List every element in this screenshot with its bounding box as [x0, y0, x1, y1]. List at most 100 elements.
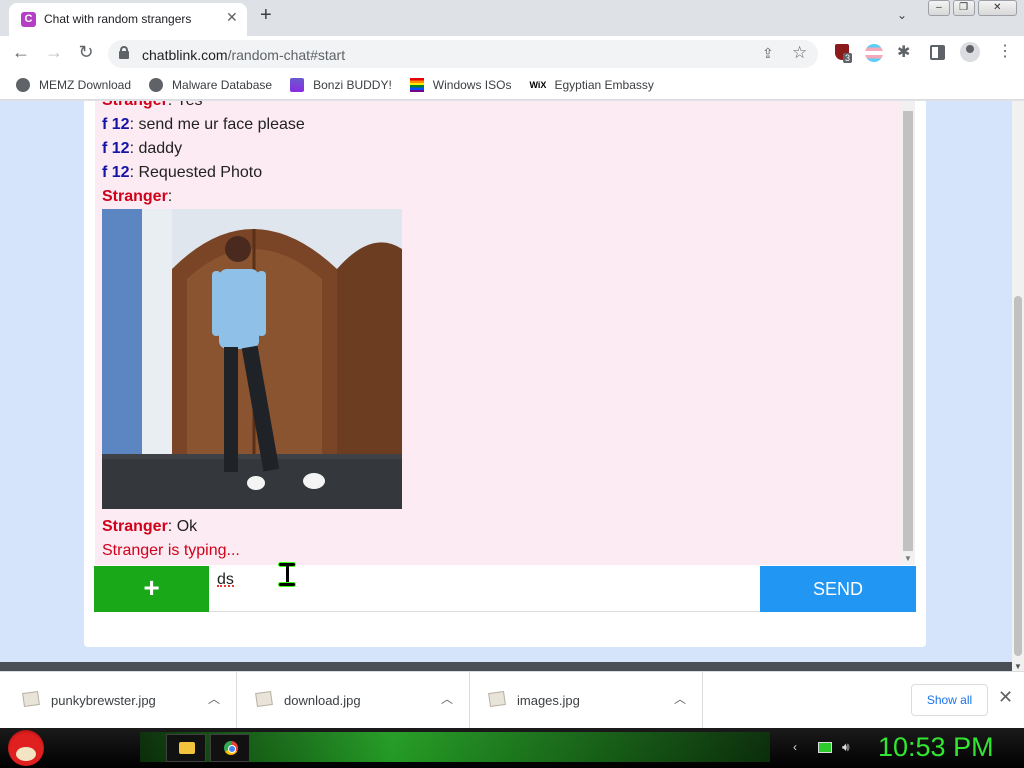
chat-log[interactable]: Stranger: Yes f 12: send me ur face plea… — [95, 101, 915, 565]
back-arrow-icon[interactable]: ← — [10, 42, 32, 63]
bookmark-malware-database[interactable]: Malware Database — [149, 77, 273, 92]
sender-name: f 12 — [102, 116, 130, 133]
browser-menu-kebab-icon[interactable]: ⋮ — [997, 41, 1015, 60]
chat-card: Stranger: Yes f 12: send me ur face plea… — [84, 101, 926, 647]
globe-icon — [149, 77, 164, 92]
shared-photo[interactable] — [102, 209, 402, 509]
chrome-taskbar-icon[interactable] — [210, 734, 250, 762]
file-explorer-icon[interactable] — [166, 734, 206, 762]
sender-name: Stranger — [102, 101, 168, 109]
os-taskbar: ‹ 🔊︎ 10:53 PM — [0, 728, 1024, 768]
network-icon[interactable] — [818, 742, 832, 753]
url-text: chatblink.com/random-chat#start — [142, 47, 345, 63]
globe-icon — [16, 77, 30, 92]
start-button-angry-bird-icon[interactable] — [8, 730, 44, 766]
bookmark-label: MEMZ Download — [39, 77, 132, 92]
chevron-up-icon[interactable]: ︿ — [208, 690, 220, 707]
sender-name: Stranger — [102, 188, 168, 205]
message-text: Ok — [176, 518, 198, 535]
rainbow-flag-icon — [409, 77, 424, 92]
bookmark-label: Windows ISOs — [432, 77, 512, 92]
sender-name: f 12 — [102, 140, 130, 157]
bookmark-windows-isos[interactable]: Windows ISOs — [409, 77, 512, 92]
chat-message: Stranger: Ok — [102, 518, 198, 535]
tray-expand-icon[interactable]: ‹ — [793, 740, 797, 754]
profile-avatar-icon[interactable] — [960, 42, 980, 62]
chevron-up-icon[interactable]: ︿ — [674, 690, 686, 707]
bookmarks-bar: MEMZ Download Malware Database Bonzi BUD… — [0, 70, 1024, 100]
forward-arrow-icon[interactable]: → — [43, 42, 65, 63]
typing-indicator: Stranger is typing... — [102, 542, 240, 559]
url-path: /random-chat#start — [227, 47, 346, 63]
bookmark-label: Malware Database — [172, 77, 273, 92]
message-text: send me ur face please — [138, 116, 305, 133]
add-attachment-button[interactable]: + — [94, 566, 209, 612]
tab-strip: C Chat with random strangers ✕ + ⌄ – ❐ ✕ — [0, 0, 1024, 36]
volume-icon[interactable]: 🔊︎ — [842, 740, 850, 755]
extension-badge: 3 — [843, 53, 853, 63]
window-close-button[interactable]: ✕ — [977, 0, 1018, 16]
bookmark-bonzi-buddy[interactable]: Bonzi BUDDY! — [290, 77, 392, 92]
sender-name: Stranger — [102, 518, 168, 535]
image-file-icon — [255, 690, 273, 708]
chat-log-scrollbar[interactable]: ▼ — [901, 101, 915, 565]
sender-name: f 12 — [102, 164, 130, 181]
chat-message: f 12: send me ur face please — [102, 116, 305, 133]
extensions-puzzle-icon[interactable]: ✱ — [897, 42, 915, 61]
reload-icon[interactable]: ↻ — [75, 42, 97, 63]
download-filename: images.jpg — [517, 693, 580, 708]
lock-icon[interactable] — [119, 46, 129, 59]
scroll-down-arrow-icon[interactable]: ▼ — [1014, 662, 1022, 671]
page-footer-strip — [0, 662, 1014, 671]
browser-toolbar: ← → ↻ chatblink.com/random-chat#start ⇪ … — [0, 36, 1024, 70]
wix-icon: WiX — [529, 79, 547, 90]
scrollbar-thumb[interactable] — [903, 111, 913, 551]
tab-title: Chat with random strangers — [44, 12, 192, 26]
chat-message: f 12: daddy — [102, 140, 183, 157]
tab-search-chevron-icon[interactable]: ⌄ — [897, 8, 907, 22]
chat-message: Stranger: — [102, 188, 173, 205]
trans-flag-extension-icon[interactable] — [865, 44, 883, 62]
download-item[interactable]: download.jpg ︿ — [236, 672, 470, 729]
page-scrollbar[interactable]: ▼ — [1012, 101, 1024, 671]
download-filename: punkybrewster.jpg — [51, 693, 156, 708]
message-text: Requested Photo — [138, 164, 263, 181]
url-host: chatblink.com — [142, 47, 228, 63]
message-text: daddy — [138, 140, 183, 157]
image-file-icon — [488, 690, 506, 708]
site-favicon-icon: C — [21, 12, 36, 27]
side-panel-icon[interactable] — [930, 45, 945, 60]
new-tab-button[interactable]: + — [260, 4, 272, 27]
image-file-icon — [22, 690, 40, 708]
ublock-extension-icon[interactable]: 3 — [835, 44, 853, 63]
restore-button[interactable]: ❐ — [952, 0, 975, 16]
text-cursor-icon — [275, 562, 299, 588]
scroll-down-arrow-icon[interactable]: ▼ — [904, 554, 912, 563]
taskbar-clock[interactable]: 10:53 PM — [878, 732, 994, 763]
show-all-downloads-button[interactable]: Show all — [911, 684, 988, 716]
download-item[interactable]: punkybrewster.jpg ︿ — [3, 672, 237, 729]
download-filename: download.jpg — [284, 693, 361, 708]
bookmark-star-icon[interactable]: ☆ — [792, 43, 807, 63]
bonzi-icon — [290, 77, 305, 92]
bookmark-label: Bonzi BUDDY! — [313, 77, 392, 92]
page-viewport: Stranger: Yes f 12: send me ur face plea… — [0, 101, 1024, 671]
download-item[interactable]: images.jpg ︿ — [469, 672, 703, 729]
chat-message: Stranger: Yes — [102, 101, 203, 110]
chevron-up-icon[interactable]: ︿ — [441, 690, 453, 707]
minimize-button[interactable]: – — [928, 0, 950, 16]
bookmark-egyptian-embassy[interactable]: WiX Egyptian Embassy — [529, 78, 653, 92]
message-text: Yes — [176, 101, 202, 109]
browser-tab-active[interactable]: C Chat with random strangers ✕ — [9, 3, 247, 36]
address-bar[interactable]: chatblink.com/random-chat#start ⇪ ☆ — [108, 40, 818, 68]
send-button[interactable]: SEND — [760, 566, 916, 612]
photo-image — [102, 209, 402, 509]
share-icon[interactable]: ⇪ — [762, 45, 774, 62]
close-download-shelf-icon[interactable]: ✕ — [998, 687, 1013, 708]
bookmark-memz[interactable]: MEMZ Download — [16, 77, 132, 92]
chat-message: f 12: Requested Photo — [102, 164, 263, 181]
window-controls: – ❐ ✕ — [928, 0, 1020, 16]
spellcheck-underline — [217, 584, 234, 587]
page-scrollbar-thumb[interactable] — [1014, 296, 1022, 656]
tab-close-icon[interactable]: ✕ — [226, 9, 238, 26]
